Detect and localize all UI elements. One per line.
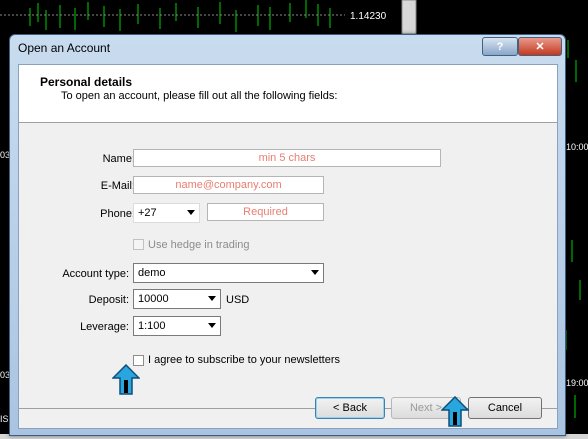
close-button[interactable]: ✕ [518, 37, 562, 56]
phone-code-select[interactable]: +27 [133, 203, 200, 223]
email-field[interactable]: name@company.com [133, 176, 324, 194]
chart-axis-label: 10:00 [566, 142, 588, 152]
deposit-label: Deposit: [88, 294, 129, 306]
account-type-select[interactable]: demo [133, 263, 324, 283]
account-type-value: demo [138, 267, 166, 279]
hedge-checkbox[interactable] [133, 239, 144, 250]
back-button[interactable]: < Back [315, 397, 385, 419]
leverage-value: 1:100 [138, 320, 166, 332]
page-title: Personal details [40, 75, 133, 89]
deposit-value: 10000 [138, 293, 169, 305]
help-button[interactable]: ? [482, 37, 518, 56]
chevron-down-icon [187, 210, 195, 215]
chart-axis-label: IS [0, 414, 9, 424]
open-account-dialog: Open an Account ? ✕ Personal details To … [9, 34, 566, 436]
email-label: E-Mail: [100, 180, 135, 192]
phone-field[interactable]: Required [207, 203, 324, 221]
price-label: 1.14230 [350, 11, 387, 22]
account-type-label: Account type: [62, 268, 129, 280]
arrow-up-icon [112, 364, 140, 395]
chart-axis-label: 19:00 [566, 378, 588, 388]
name-field[interactable]: min 5 chars [133, 149, 441, 167]
wizard-header: Personal details To open an account, ple… [19, 65, 557, 123]
subscribe-label: I agree to subscribe to your newsletters [148, 354, 340, 366]
phone-code-value: +27 [138, 207, 157, 219]
page-subtitle: To open an account, please fill out all … [61, 90, 338, 102]
chevron-down-icon [208, 296, 216, 301]
cancel-button[interactable]: Cancel [468, 397, 542, 419]
name-label: Name: [102, 153, 135, 165]
chevron-down-icon [311, 270, 319, 275]
phone-label: Phone: [100, 208, 135, 220]
hedge-label: Use hedge in trading [148, 239, 250, 251]
dialog-title: Open an Account [18, 41, 111, 55]
arrow-up-icon [441, 396, 469, 427]
chevron-down-icon [208, 323, 216, 328]
leverage-label: Leverage: [80, 321, 129, 333]
leverage-select[interactable]: 1:100 [133, 316, 221, 336]
dialog-client-area: Personal details To open an account, ple… [18, 64, 558, 429]
deposit-select[interactable]: 10000 [133, 289, 221, 309]
deposit-unit: USD [226, 294, 250, 306]
